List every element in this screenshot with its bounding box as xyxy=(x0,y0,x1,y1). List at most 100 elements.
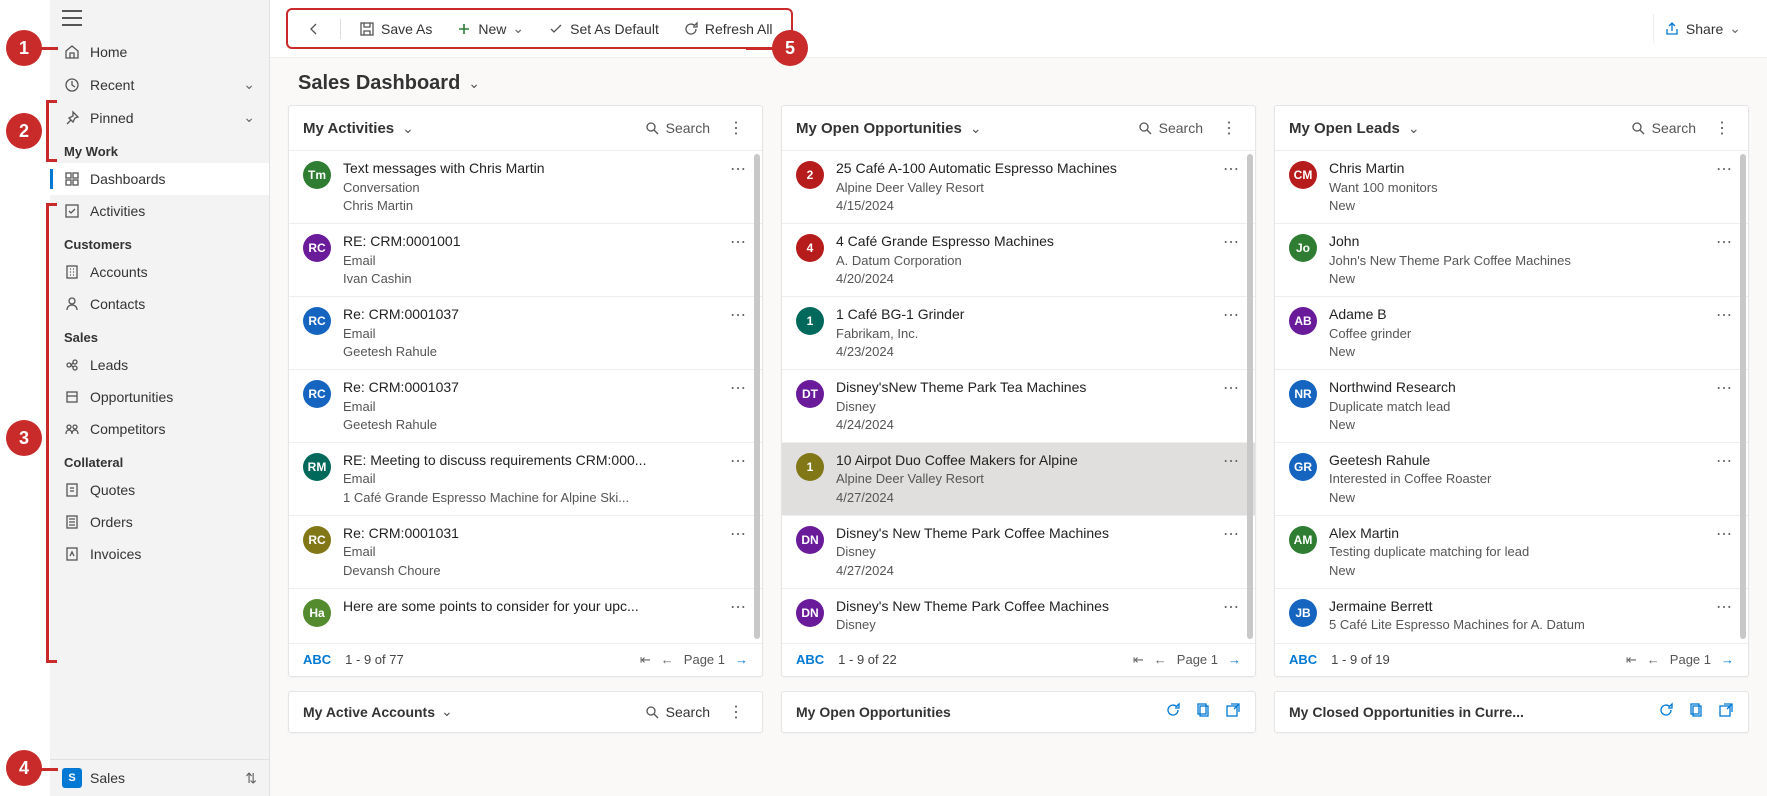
row-more-icon[interactable]: ⋯ xyxy=(1714,159,1734,179)
chevron-down-icon[interactable]: ⌄ xyxy=(468,75,480,92)
list-item[interactable]: TmText messages with Chris MartinConvers… xyxy=(289,150,762,223)
row-more-icon[interactable]: ⋯ xyxy=(1221,305,1241,325)
list-item[interactable]: 11 Café BG-1 GrinderFabrikam, Inc.4/23/2… xyxy=(782,296,1255,369)
prev-page-icon[interactable]: ← xyxy=(661,652,674,667)
list-item[interactable]: NRNorthwind ResearchDuplicate match lead… xyxy=(1275,369,1748,442)
abc-button[interactable]: ABC xyxy=(1289,652,1317,667)
list-item[interactable]: 110 Airpot Duo Coffee Makers for AlpineA… xyxy=(782,442,1255,515)
chevron-down-icon[interactable]: ⌄ xyxy=(441,703,453,720)
first-page-icon[interactable]: ⇤ xyxy=(640,652,651,668)
list-item[interactable]: RCRe: CRM:0001037EmailGeetesh Rahule⋯ xyxy=(289,296,762,369)
list-item[interactable]: ABAdame BCoffee grinderNew⋯ xyxy=(1275,296,1748,369)
more-icon[interactable]: ⋮ xyxy=(1710,118,1734,138)
records-icon[interactable] xyxy=(1195,702,1211,721)
list-item[interactable]: DNDisney's New Theme Park Coffee Machine… xyxy=(782,588,1255,643)
nav-home[interactable]: Home xyxy=(50,36,269,68)
set-default-button[interactable]: Set As Default xyxy=(538,15,669,43)
row-more-icon[interactable]: ⋯ xyxy=(1221,524,1241,544)
leads-icon xyxy=(64,357,80,373)
nav-pinned[interactable]: Pinned ⌄ xyxy=(50,101,269,134)
prev-page-icon[interactable]: ← xyxy=(1154,652,1167,667)
list-item[interactable]: DNDisney's New Theme Park Coffee Machine… xyxy=(782,515,1255,588)
search-button[interactable]: Search xyxy=(1137,120,1203,136)
more-icon[interactable]: ⋮ xyxy=(724,702,748,722)
nav-competitors[interactable]: Competitors xyxy=(50,413,269,445)
nav-invoices[interactable]: Invoices xyxy=(50,538,269,570)
row-more-icon[interactable]: ⋯ xyxy=(728,378,748,398)
share-button[interactable]: Share ⌄ xyxy=(1653,14,1751,43)
row-more-icon[interactable]: ⋯ xyxy=(1714,378,1734,398)
list-item[interactable]: 225 Café A-100 Automatic Espresso Machin… xyxy=(782,150,1255,223)
list-item[interactable]: RCRe: CRM:0001031EmailDevansh Choure⋯ xyxy=(289,515,762,588)
next-page-icon[interactable]: → xyxy=(1228,652,1241,667)
building-icon xyxy=(64,264,80,280)
row-more-icon[interactable]: ⋯ xyxy=(1221,597,1241,617)
list-item[interactable]: HaHere are some points to consider for y… xyxy=(289,588,762,635)
abc-button[interactable]: ABC xyxy=(796,652,824,667)
save-as-button[interactable]: Save As xyxy=(349,15,442,43)
expand-icon[interactable] xyxy=(1225,702,1241,721)
more-icon[interactable]: ⋮ xyxy=(724,118,748,138)
hamburger-icon[interactable] xyxy=(62,10,82,26)
list-item[interactable]: AMAlex MartinTesting duplicate matching … xyxy=(1275,515,1748,588)
nav-activities[interactable]: Activities xyxy=(50,195,269,227)
new-button[interactable]: New ⌄ xyxy=(446,14,534,43)
list-item[interactable]: JoJohnJohn's New Theme Park Coffee Machi… xyxy=(1275,223,1748,296)
nav-recent[interactable]: Recent ⌄ xyxy=(50,68,269,101)
sidebar-footer[interactable]: S Sales ⇅ xyxy=(50,759,269,796)
row-more-icon[interactable]: ⋯ xyxy=(728,451,748,471)
row-more-icon[interactable]: ⋯ xyxy=(1714,232,1734,252)
chevron-down-icon[interactable]: ⌄ xyxy=(970,120,982,137)
row-more-icon[interactable]: ⋯ xyxy=(728,232,748,252)
search-button[interactable]: Search xyxy=(644,120,710,136)
more-icon[interactable]: ⋮ xyxy=(1217,118,1241,138)
nav-accounts[interactable]: Accounts xyxy=(50,256,269,288)
nav-quotes[interactable]: Quotes xyxy=(50,474,269,506)
abc-button[interactable]: ABC xyxy=(303,652,331,667)
nav-opportunities[interactable]: Opportunities xyxy=(50,381,269,413)
list-item[interactable]: RCRE: CRM:0001001EmailIvan Cashin⋯ xyxy=(289,223,762,296)
nav-leads[interactable]: Leads xyxy=(50,349,269,381)
next-page-icon[interactable]: → xyxy=(735,652,748,667)
row-more-icon[interactable]: ⋯ xyxy=(1714,305,1734,325)
chevron-down-icon[interactable]: ⌄ xyxy=(1408,120,1420,137)
refresh-icon[interactable] xyxy=(1658,702,1674,721)
next-page-icon[interactable]: → xyxy=(1721,652,1734,667)
row-more-icon[interactable]: ⋯ xyxy=(1714,597,1734,617)
first-page-icon[interactable]: ⇤ xyxy=(1626,652,1637,668)
row-more-icon[interactable]: ⋯ xyxy=(728,597,748,617)
row-more-icon[interactable]: ⋯ xyxy=(1714,524,1734,544)
expand-icon[interactable] xyxy=(1718,702,1734,721)
first-page-icon[interactable]: ⇤ xyxy=(1133,652,1144,668)
row-more-icon[interactable]: ⋯ xyxy=(728,524,748,544)
list-item[interactable]: GRGeetesh RahuleInterested in Coffee Roa… xyxy=(1275,442,1748,515)
row-more-icon[interactable]: ⋯ xyxy=(728,159,748,179)
prev-page-icon[interactable]: ← xyxy=(1647,652,1660,667)
nav-dashboards[interactable]: Dashboards xyxy=(50,163,269,195)
scrollbar[interactable] xyxy=(1247,154,1253,639)
list-item[interactable]: DTDisney'sNew Theme Park Tea MachinesDis… xyxy=(782,369,1255,442)
row-more-icon[interactable]: ⋯ xyxy=(1221,232,1241,252)
row-more-icon[interactable]: ⋯ xyxy=(1221,451,1241,471)
nav-contacts[interactable]: Contacts xyxy=(50,288,269,320)
list-item[interactable]: JBJermaine Berrett5 Café Lite Espresso M… xyxy=(1275,588,1748,643)
row-more-icon[interactable]: ⋯ xyxy=(1714,451,1734,471)
list-item[interactable]: RCRe: CRM:0001037EmailGeetesh Rahule⋯ xyxy=(289,369,762,442)
chevron-down-icon[interactable]: ⌄ xyxy=(402,120,414,137)
search-button[interactable]: Search xyxy=(1630,120,1696,136)
row-more-icon[interactable]: ⋯ xyxy=(1221,378,1241,398)
back-button[interactable] xyxy=(296,15,332,43)
list-item[interactable]: 44 Café Grande Espresso MachinesA. Datum… xyxy=(782,223,1255,296)
scrollbar[interactable] xyxy=(1740,154,1746,639)
refresh-all-button[interactable]: Refresh All xyxy=(673,15,783,43)
records-icon[interactable] xyxy=(1688,702,1704,721)
list-item[interactable]: CMChris MartinWant 100 monitorsNew⋯ xyxy=(1275,150,1748,223)
card-my-activities: My Activities⌄Search⋮TmText messages wit… xyxy=(288,105,763,677)
row-more-icon[interactable]: ⋯ xyxy=(728,305,748,325)
refresh-icon[interactable] xyxy=(1165,702,1181,721)
list-item[interactable]: RMRE: Meeting to discuss requirements CR… xyxy=(289,442,762,515)
row-more-icon[interactable]: ⋯ xyxy=(1221,159,1241,179)
scrollbar[interactable] xyxy=(754,154,760,639)
nav-orders[interactable]: Orders xyxy=(50,506,269,538)
search-button[interactable]: Search xyxy=(644,702,710,722)
